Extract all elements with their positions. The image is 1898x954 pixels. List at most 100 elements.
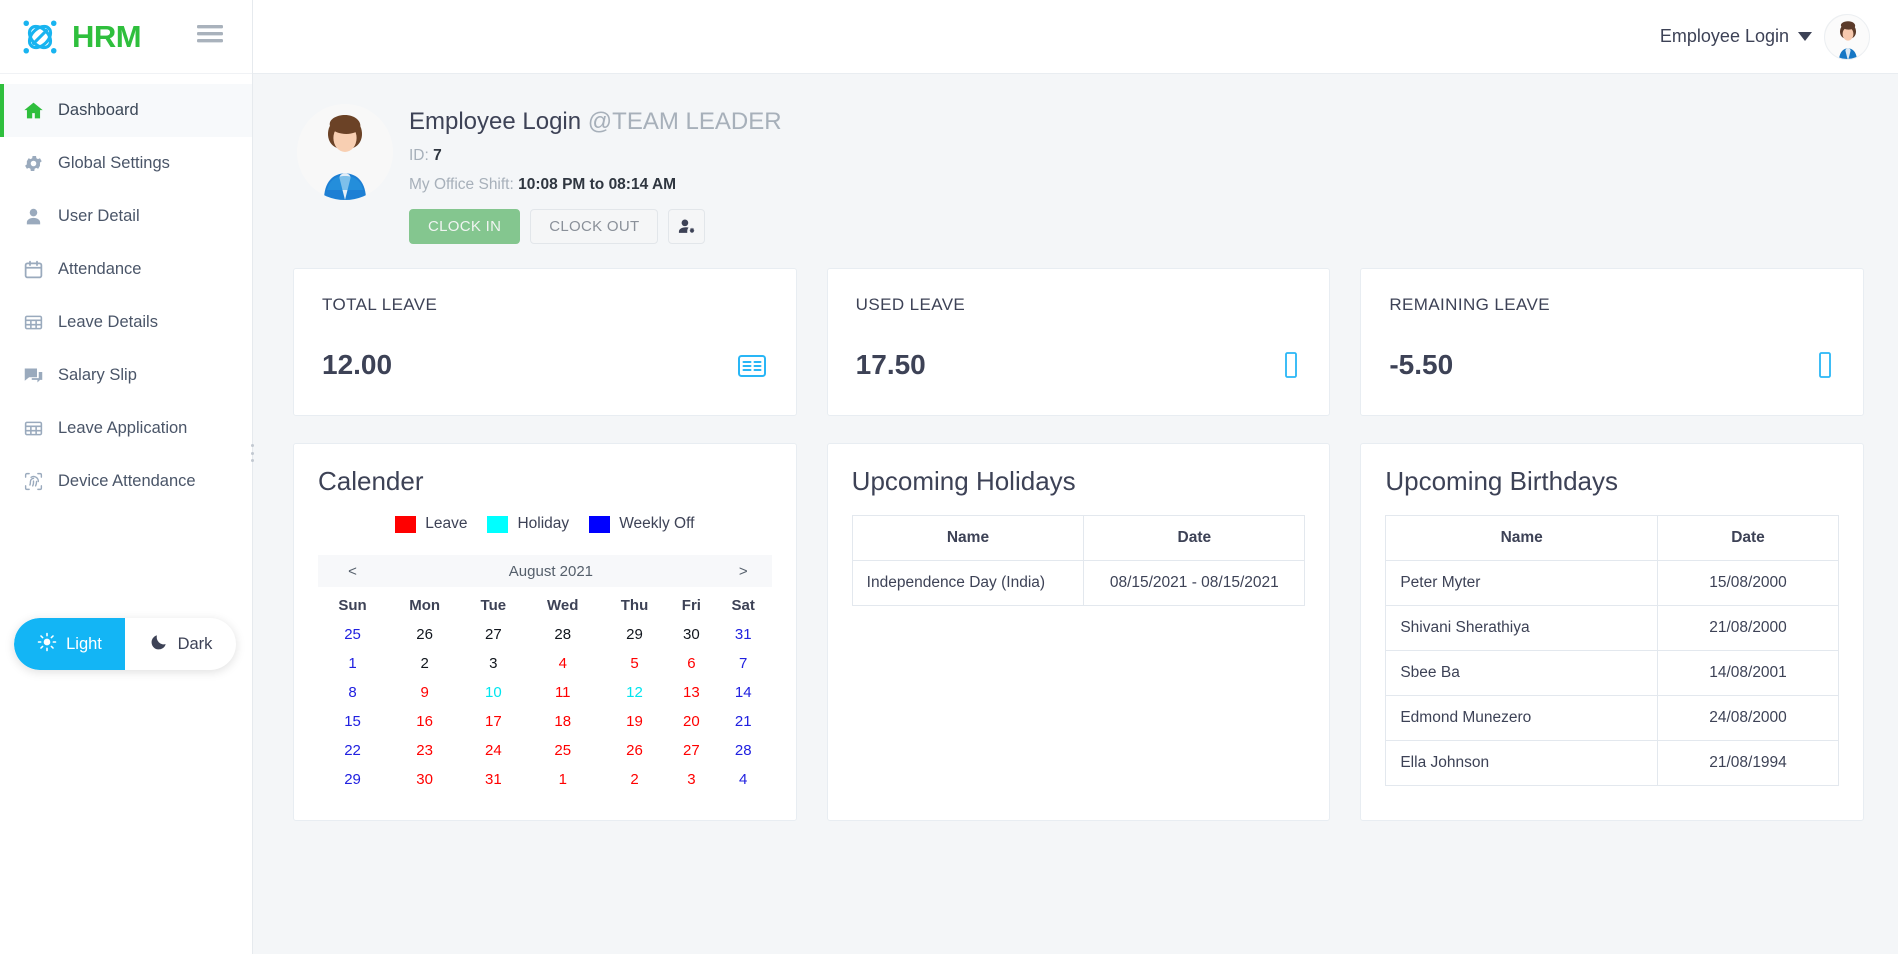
calendar-day-weekly[interactable]: 7 [715,649,772,678]
sidebar-item-salary-slip[interactable]: Salary Slip [0,349,252,402]
calendar-day-weekly[interactable]: 29 [318,765,387,794]
calendar-day-leave[interactable]: 25 [524,736,601,765]
column-header-date: Date [1084,516,1305,561]
calendar-day-leave[interactable]: 23 [387,736,462,765]
sidebar-item-leave-details[interactable]: Leave Details [0,296,252,349]
calendar-day-normal[interactable]: 29 [601,620,668,649]
calendar-day-leave[interactable]: 17 [462,707,524,736]
topbar: Employee Login [253,0,1898,74]
table-row: Edmond Munezero24/08/2000 [1386,696,1839,741]
legend-swatch-leave [395,516,416,533]
column-header-name: Name [852,516,1084,561]
stat-card-remaining-leave: REMAINING LEAVE -5.50 [1360,268,1864,416]
sidebar-resize-handle[interactable] [248,440,256,466]
calendar-day-leave[interactable]: 27 [668,736,715,765]
calendar-prev-button[interactable]: < [318,555,387,587]
hamburger-menu-icon[interactable] [197,24,223,49]
calendar-day-leave[interactable]: 20 [668,707,715,736]
list-card-icon [738,354,766,383]
calendar-day-leave[interactable]: 24 [462,736,524,765]
sidebar-item-leave-application[interactable]: Leave Application [0,402,252,455]
calendar-day-leave[interactable]: 18 [524,707,601,736]
calendar-day-leave[interactable]: 6 [668,649,715,678]
calendar-day-leave[interactable]: 19 [601,707,668,736]
stats-row: TOTAL LEAVE 12.00 USED LEAVE 17.50 [293,268,1864,416]
theme-light-label: Light [66,635,102,654]
calendar-day-weekly[interactable]: 21 [715,707,772,736]
calendar-day-normal[interactable]: 28 [524,620,601,649]
sidebar-item-global-settings[interactable]: Global Settings [0,137,252,190]
table-row: Peter Myter15/08/2000 [1386,561,1839,606]
calendar-day-weekly[interactable]: 31 [715,620,772,649]
gear-icon [22,153,44,175]
birthday-name: Peter Myter [1386,561,1658,606]
theme-dark-label: Dark [178,635,213,654]
sidebar-item-attendance[interactable]: Attendance [0,243,252,296]
calendar-day-leave[interactable]: 3 [668,765,715,794]
calendar-day-normal[interactable]: 27 [462,620,524,649]
calendar-day-weekly[interactable]: 14 [715,678,772,707]
calendar-day-leave[interactable]: 26 [601,736,668,765]
theme-option-light[interactable]: Light [14,618,125,670]
calendar-weekday: Thu [601,587,668,620]
user-menu[interactable]: Employee Login [1660,26,1812,47]
table-row: Independence Day (India)08/15/2021 - 08/… [852,561,1305,606]
calendar-day-weekly[interactable]: 22 [318,736,387,765]
stat-card-total-leave: TOTAL LEAVE 12.00 [293,268,797,416]
stat-value: 17.50 [856,349,926,381]
stat-label: TOTAL LEAVE [322,295,768,315]
calendar-day-weekly[interactable]: 4 [715,765,772,794]
clock-in-button[interactable]: CLOCK IN [409,209,520,244]
holidays-table: Name Date Independence Day (India)08/15/… [852,515,1306,606]
sidebar-item-user-detail[interactable]: User Detail [0,190,252,243]
theme-option-dark[interactable]: Dark [125,618,236,670]
calendar-day-weekly[interactable]: 1 [318,649,387,678]
column-header-date: Date [1658,516,1839,561]
sidebar-item-dashboard[interactable]: Dashboard [0,84,252,137]
calendar-day-holiday[interactable]: 12 [601,678,668,707]
user-settings-icon[interactable] [668,209,705,244]
calendar-next-button[interactable]: > [715,555,772,587]
calendar-day-weekly[interactable]: 15 [318,707,387,736]
legend-item-weekly-off: Weekly Off [589,515,694,533]
calendar-day-holiday[interactable]: 10 [462,678,524,707]
holidays-table-head: Name Date [852,516,1305,561]
legend-swatch-weekly-off [589,516,610,533]
sun-icon [37,632,57,657]
legend-label: Leave [425,515,467,533]
profile-actions: CLOCK IN CLOCK OUT [409,209,782,244]
calendar-day-normal[interactable]: 26 [387,620,462,649]
sidebar-item-device-attendance[interactable]: Device Attendance [0,455,252,508]
theme-toggle[interactable]: Light Dark [14,618,236,670]
calendar-day-leave[interactable]: 1 [524,765,601,794]
calendar-day-leave[interactable]: 30 [387,765,462,794]
topbar-user-name: Employee Login [1660,26,1789,47]
chevron-down-icon[interactable] [1798,32,1812,41]
birthday-date: 15/08/2000 [1658,561,1839,606]
birthdays-title: Upcoming Birthdays [1385,466,1839,497]
calendar-day-leave[interactable]: 11 [524,678,601,707]
stat-value: 12.00 [322,349,392,381]
calendar-day-leave[interactable]: 9 [387,678,462,707]
calendar-day-leave[interactable]: 2 [601,765,668,794]
birthday-name: Sbee Ba [1386,651,1658,696]
profile-shift-value: 10:08 PM to 08:14 AM [518,176,676,193]
calendar-day-normal[interactable]: 2 [387,649,462,678]
avatar[interactable] [1824,14,1870,60]
calendar-day-leave[interactable]: 5 [601,649,668,678]
sidebar-item-label: Salary Slip [58,366,137,385]
calendar-day-normal[interactable]: 30 [668,620,715,649]
calendar-day-weekly[interactable]: 28 [715,736,772,765]
calendar-day-weekly[interactable]: 25 [318,620,387,649]
profile-avatar [297,104,393,200]
calendar-weekday: Sat [715,587,772,620]
calendar-day-weekly[interactable]: 8 [318,678,387,707]
calendar-weekday: Wed [524,587,601,620]
calendar-day-leave[interactable]: 31 [462,765,524,794]
calendar-day-leave[interactable]: 4 [524,649,601,678]
profile-role: @TEAM LEADER [588,108,782,135]
calendar-day-normal[interactable]: 3 [462,649,524,678]
clock-out-button[interactable]: CLOCK OUT [530,209,658,244]
calendar-day-leave[interactable]: 13 [668,678,715,707]
calendar-day-leave[interactable]: 16 [387,707,462,736]
